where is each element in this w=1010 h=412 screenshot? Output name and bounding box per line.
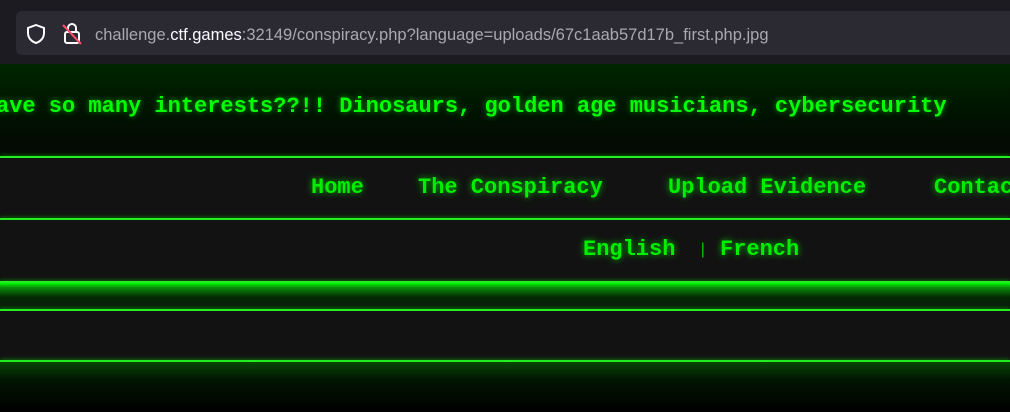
language-bar: English | French	[0, 220, 1010, 281]
banner-marquee-text: ave so many interests??!! Dinosaurs, gol…	[0, 94, 947, 119]
language-separator: |	[698, 241, 708, 259]
url-prefix: challenge.	[95, 26, 171, 44]
nav-item-contact[interactable]: Contact	[934, 175, 1010, 200]
url-path: :32149/conspiracy.php?language=uploads/6…	[241, 26, 769, 44]
nav-item-upload-evidence[interactable]: Upload Evidence	[668, 175, 866, 200]
content-section	[0, 311, 1010, 360]
url-host: ctf.games	[170, 26, 242, 44]
nav-item-home[interactable]: Home	[311, 175, 364, 200]
language-english-link[interactable]: English	[583, 237, 675, 262]
nav-item-the-conspiracy[interactable]: The Conspiracy	[418, 175, 603, 200]
browser-chrome: challenge.ctf.games:32149/conspiracy.php…	[0, 0, 1010, 64]
lock-icon[interactable]	[62, 22, 82, 46]
page: ave so many interests??!! Dinosaurs, gol…	[0, 64, 1010, 412]
glow-fade	[0, 362, 1010, 412]
shield-icon[interactable]	[26, 24, 46, 44]
banner: ave so many interests??!! Dinosaurs, gol…	[0, 64, 1010, 156]
glow-band	[0, 283, 1010, 309]
language-french-link[interactable]: French	[720, 237, 799, 262]
main-nav: Home The Conspiracy Upload Evidence Cont…	[0, 158, 1010, 218]
url-text[interactable]: challenge.ctf.games:32149/conspiracy.php…	[95, 24, 769, 46]
